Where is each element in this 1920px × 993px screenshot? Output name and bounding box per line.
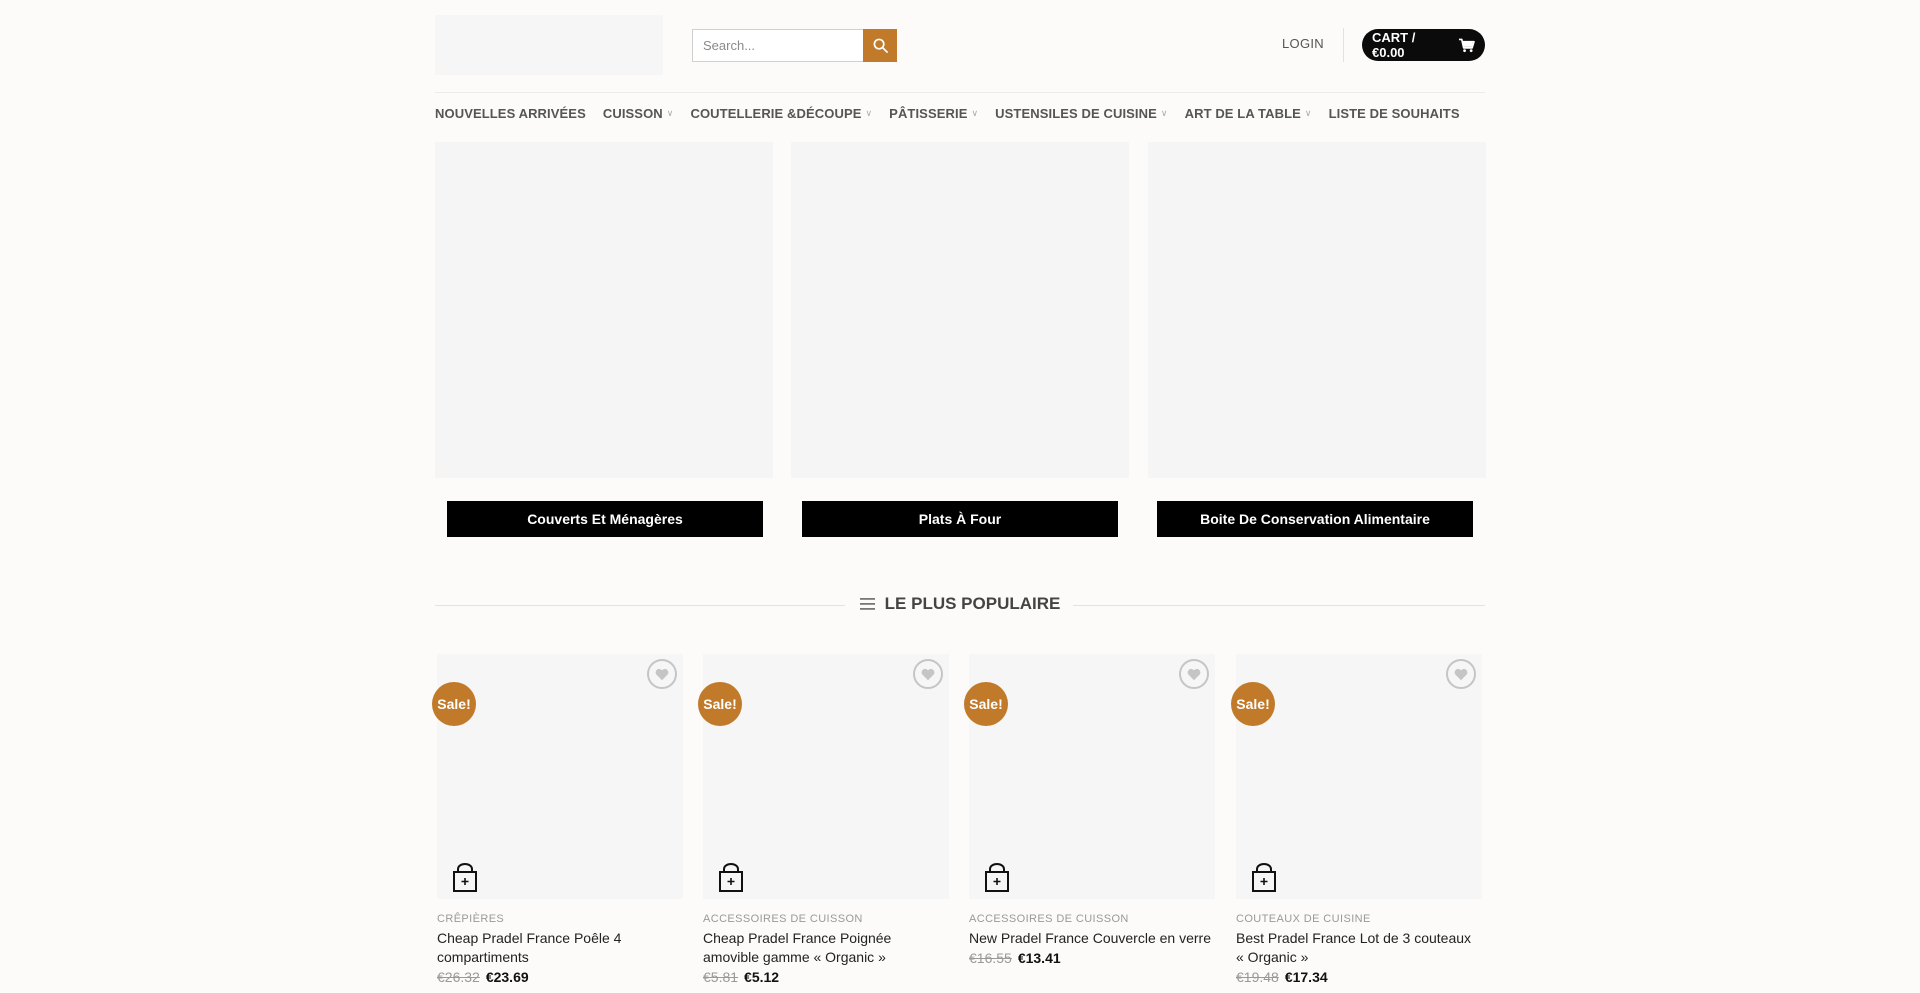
wishlist-button[interactable]	[1446, 659, 1476, 689]
section-title-text: LE PLUS POPULAIRE	[884, 594, 1061, 613]
section-header: LE PLUS POPULAIRE	[435, 590, 1485, 620]
old-price: €19.48	[1236, 969, 1279, 985]
nav-item-liste-de-souhaits[interactable]: LISTE DE SOUHAITS	[1329, 106, 1460, 121]
nav-item-label: LISTE DE SOUHAITS	[1328, 106, 1460, 121]
nav-item-label: ART DE LA TABLE	[1184, 106, 1301, 121]
sale-price: €23.69	[485, 969, 529, 985]
nav-item-label: NOUVELLES ARRIVÉES	[435, 106, 586, 121]
old-price: €5.81	[703, 969, 739, 985]
product-category[interactable]: ACCESSOIRES DE CUISSON	[969, 913, 1215, 925]
category-image[interactable]	[1148, 142, 1486, 478]
product-image[interactable]: Sale!	[432, 654, 683, 899]
heart-icon	[921, 668, 935, 680]
wishlist-button[interactable]	[913, 659, 943, 689]
chevron-down-icon: ∨	[1160, 108, 1168, 118]
category-button[interactable]: Couverts Et Ménagères	[447, 501, 763, 537]
product-name[interactable]: Cheap Pradel France Poignée amovible gam…	[703, 929, 949, 967]
heart-icon	[1187, 668, 1201, 680]
login-link[interactable]: LOGIN	[1282, 36, 1324, 51]
search-button[interactable]	[863, 29, 897, 62]
header-divider	[1343, 28, 1344, 62]
search-form	[692, 29, 897, 62]
nav-item-label: CUISSON	[602, 106, 663, 121]
wishlist-button[interactable]	[647, 659, 677, 689]
product-category[interactable]: COUTEAUX DE CUISINE	[1236, 913, 1482, 925]
sale-price: €5.12	[744, 969, 780, 985]
product-name[interactable]: Cheap Pradel France Poêle 4 compartiment…	[437, 929, 683, 967]
product-card[interactable]: Sale! ACCESSOIRES DE CUISSON Cheap Prade…	[698, 654, 949, 985]
nav-item-art-de-la-table[interactable]: ART DE LA TABLE ∨	[1185, 106, 1312, 121]
category-button[interactable]: Boite De Conservation Alimentaire	[1157, 501, 1473, 537]
old-price: €16.55	[969, 950, 1012, 966]
sale-price: €17.34	[1284, 969, 1328, 985]
cart-button[interactable]: CART / €0.00	[1362, 29, 1485, 61]
product-price: €19.48 €17.34	[1236, 969, 1482, 985]
product-price: €26.32 €23.69	[437, 969, 683, 985]
chevron-down-icon: ∨	[971, 108, 979, 118]
category-image[interactable]	[435, 142, 773, 478]
cart-icon	[1459, 38, 1475, 52]
sale-badge: Sale!	[1231, 682, 1275, 726]
product-image[interactable]: Sale!	[964, 654, 1215, 899]
cart-label: CART / €0.00	[1372, 30, 1416, 60]
nav-item-cuisson[interactable]: CUISSON ∨	[603, 106, 674, 121]
sale-badge: Sale!	[698, 682, 742, 726]
sale-price: €13.41	[1017, 950, 1061, 966]
chevron-down-icon: ∨	[1304, 108, 1312, 118]
product-image[interactable]: Sale!	[698, 654, 949, 899]
add-to-cart-icon[interactable]	[451, 863, 479, 893]
product-image[interactable]: Sale!	[1231, 654, 1482, 899]
wishlist-button[interactable]	[1179, 659, 1209, 689]
main-nav: NOUVELLES ARRIVÉES CUISSON ∨ COUTELLERIE…	[435, 92, 1485, 134]
old-price: €26.32	[437, 969, 480, 985]
heart-icon	[1454, 668, 1468, 680]
nav-item-coutellerie[interactable]: COUTELLERIE &DÉCOUPE ∨	[690, 106, 872, 121]
chevron-down-icon: ∨	[666, 108, 674, 118]
product-name[interactable]: Best Pradel France Lot de 3 couteaux « O…	[1236, 929, 1482, 967]
sale-badge: Sale!	[964, 682, 1008, 726]
product-name[interactable]: New Pradel France Couvercle en verre	[969, 929, 1215, 948]
product-card[interactable]: Sale! COUTEAUX DE CUISINE Best Pradel Fr…	[1231, 654, 1482, 985]
category-button[interactable]: Plats À Four	[802, 501, 1118, 537]
add-to-cart-icon[interactable]	[1250, 863, 1278, 893]
nav-item-ustensiles[interactable]: USTENSILES DE CUISINE ∨	[995, 106, 1167, 121]
sale-badge: Sale!	[432, 682, 476, 726]
add-to-cart-icon[interactable]	[983, 863, 1011, 893]
site-logo[interactable]	[435, 15, 663, 75]
add-to-cart-icon[interactable]	[717, 863, 745, 893]
search-icon	[873, 38, 888, 53]
product-price: €16.55 €13.41	[969, 950, 1215, 966]
nav-item-label: PÂTISSERIE	[889, 106, 968, 121]
product-card[interactable]: Sale! CRÊPIÈRES Cheap Pradel France Poêl…	[432, 654, 683, 985]
nav-item-label: COUTELLERIE &DÉCOUPE	[690, 106, 862, 121]
site-header: LOGIN CART / €0.00	[435, 0, 1485, 92]
menu-lines-icon	[859, 598, 875, 610]
chevron-down-icon: ∨	[865, 108, 873, 118]
nav-item-nouvelles-arrivees[interactable]: NOUVELLES ARRIVÉES	[435, 106, 586, 121]
nav-item-patisserie[interactable]: PÂTISSERIE ∨	[889, 106, 978, 121]
category-image[interactable]	[791, 142, 1129, 478]
nav-item-label: USTENSILES DE CUISINE	[995, 106, 1157, 121]
product-category[interactable]: ACCESSOIRES DE CUISSON	[703, 913, 949, 925]
product-card[interactable]: Sale! ACCESSOIRES DE CUISSON New Pradel …	[964, 654, 1215, 966]
product-category[interactable]: CRÊPIÈRES	[437, 913, 683, 925]
search-input[interactable]	[692, 29, 863, 62]
product-price: €5.81 €5.12	[703, 969, 949, 985]
section-title: LE PLUS POPULAIRE	[435, 594, 1485, 614]
heart-icon	[655, 668, 669, 680]
